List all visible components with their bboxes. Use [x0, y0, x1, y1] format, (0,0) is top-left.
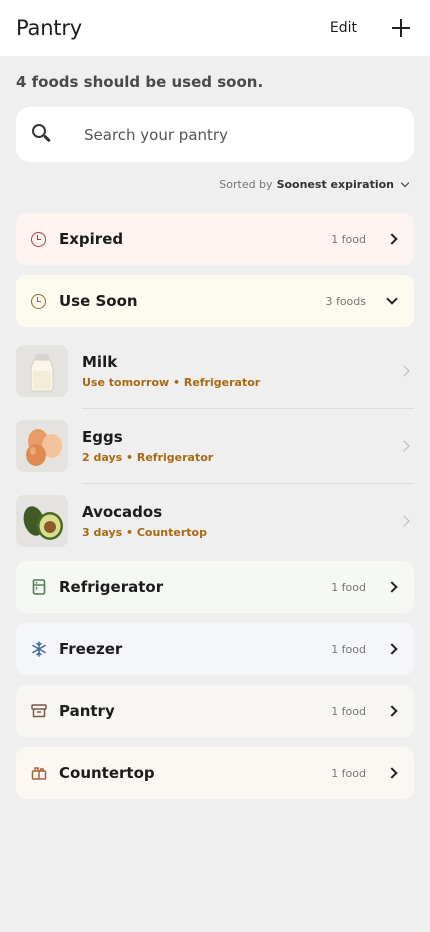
location-pantry[interactable]: Pantry 1 food — [16, 685, 414, 737]
section-expired[interactable]: Expired 1 food — [16, 213, 414, 265]
chevron-right-icon — [398, 440, 410, 452]
sort-control[interactable]: Sorted by Soonest expiration — [219, 178, 410, 191]
section-label: Expired — [59, 230, 124, 248]
page-title: Pantry — [16, 16, 82, 40]
storage-box-icon — [30, 703, 47, 720]
location-label: Refrigerator — [59, 578, 164, 596]
list-item-eggs[interactable]: Eggs 2 days • Refrigerator — [16, 409, 414, 483]
app-header: Pantry Edit — [0, 0, 430, 56]
avocado-image — [16, 495, 68, 547]
location-count: 1 food — [331, 580, 366, 594]
chevron-right-icon — [386, 643, 398, 655]
refrigerator-icon — [30, 579, 47, 596]
section-count: 3 foods — [325, 294, 366, 308]
chevron-right-icon — [386, 705, 398, 717]
add-icon[interactable] — [391, 18, 411, 38]
expiry-summary: 4 foods should be used soon. — [16, 73, 264, 91]
section-count: 1 food — [331, 232, 366, 246]
location-refrigerator[interactable]: Refrigerator 1 food — [16, 561, 414, 613]
location-count: 1 food — [331, 766, 366, 780]
search-icon — [32, 123, 54, 146]
search-bar[interactable] — [16, 107, 414, 162]
chevron-right-icon — [386, 767, 398, 779]
location-countertop[interactable]: Countertop 1 food — [16, 747, 414, 799]
item-detail: 2 days • Refrigerator — [82, 451, 214, 464]
item-name: Avocados — [82, 503, 163, 521]
clock-icon — [30, 231, 47, 248]
location-label: Countertop — [59, 764, 155, 782]
item-name: Milk — [82, 353, 118, 371]
chevron-right-icon — [398, 515, 410, 527]
list-item-milk[interactable]: Milk Use tomorrow • Refrigerator — [16, 334, 414, 408]
location-count: 1 food — [331, 704, 366, 718]
sort-value: Soonest expiration — [276, 178, 394, 191]
location-count: 1 food — [331, 642, 366, 656]
countertop-icon — [30, 765, 47, 782]
chevron-right-icon — [398, 365, 410, 377]
chevron-down-icon — [400, 178, 410, 187]
milk-bottle-image — [16, 345, 68, 397]
list-item-avocados[interactable]: Avocados 3 days • Countertop — [16, 484, 414, 558]
location-label: Pantry — [59, 702, 115, 720]
item-detail: Use tomorrow • Refrigerator — [82, 376, 261, 389]
section-label: Use Soon — [59, 292, 138, 310]
item-detail: 3 days • Countertop — [82, 526, 207, 539]
clock-icon — [30, 293, 47, 310]
search-input[interactable] — [84, 125, 384, 144]
snowflake-icon — [30, 641, 47, 658]
section-use-soon[interactable]: Use Soon 3 foods — [16, 275, 414, 327]
item-name: Eggs — [82, 428, 123, 446]
location-freezer[interactable]: Freezer 1 food — [16, 623, 414, 675]
chevron-right-icon — [386, 233, 398, 245]
chevron-right-icon — [386, 581, 398, 593]
eggs-image — [16, 420, 68, 472]
chevron-down-icon — [386, 293, 398, 305]
edit-button[interactable]: Edit — [330, 20, 357, 36]
sort-prefix: Sorted by — [219, 178, 273, 191]
location-label: Freezer — [59, 640, 123, 658]
